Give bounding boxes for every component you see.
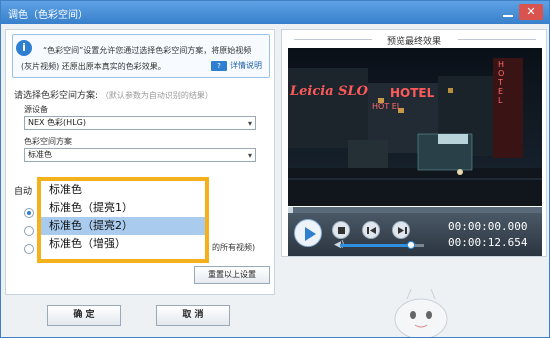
previous-frame-button[interactable] — [362, 221, 380, 239]
radio-option-1[interactable] — [24, 208, 34, 218]
source-device-select[interactable]: NEX 色彩(HLG) ▾ — [24, 116, 256, 130]
window-title: 调色（色彩空间） — [8, 10, 88, 21]
source-device-value: NEX 色彩(HLG) — [28, 118, 86, 127]
next-icon — [398, 227, 407, 234]
section-title-text: 请选择色彩空间方案: — [14, 91, 99, 101]
stop-button[interactable] — [332, 221, 350, 239]
cancel-button[interactable]: 取 消 — [156, 305, 230, 326]
info-icon: i — [16, 40, 32, 56]
dropdown-item[interactable]: 标准色（增强） — [41, 235, 205, 253]
preview-panel: 预览最终效果 Leicia SLO HOTEL HOT EL HOT EL 00… — [281, 29, 547, 257]
scheme-dropdown-list: 标准色 标准色（提亮1） 标准色（提亮2） 标准色（增强） — [37, 177, 209, 263]
close-button[interactable]: ✕ — [519, 4, 543, 20]
video-preview[interactable]: Leicia SLO HOTEL HOT EL HOT EL — [288, 48, 542, 206]
reset-settings-button[interactable]: 重置以上设置 — [194, 266, 270, 284]
auto-section-title: 自动 — [14, 187, 33, 197]
section-title: 请选择色彩空间方案: （默认参数为自动识别的结果） — [14, 88, 213, 101]
section-note: （默认参数为自动识别的结果） — [100, 91, 213, 100]
scheme-label: 色彩空间方案 — [24, 137, 72, 146]
dropdown-item[interactable]: 标准色 — [41, 181, 205, 199]
dropdown-item-selected[interactable]: 标准色（提亮2） — [41, 217, 205, 235]
title-bar: 调色（色彩空间） ✕ — [1, 1, 549, 24]
scheme-value: 标准色 — [28, 150, 52, 159]
volume-slider[interactable] — [340, 241, 424, 249]
chevron-down-icon: ▾ — [247, 151, 252, 160]
divider — [458, 39, 536, 40]
info-box: i “色彩空间”设置允许您通过选择色彩空间方案，将原始视频 (灰片视频) 还原出… — [12, 34, 270, 78]
preview-title: 预览最终效果 — [386, 37, 441, 47]
volume-slider-knob[interactable] — [407, 241, 416, 249]
total-time: 00:00:12.654 — [448, 236, 528, 249]
info-text-line2: (灰片视频) 还原出原本真实的色彩效果。 — [21, 62, 166, 71]
neon-sign-hotel: HOTEL — [390, 86, 435, 100]
play-button[interactable] — [294, 219, 322, 247]
neon-sign-hotel-small: HOT EL — [372, 102, 402, 111]
help-link[interactable]: ? 详情说明 — [211, 60, 262, 71]
neon-sign-leicia: Leicia SLO — [290, 84, 369, 99]
volume-slider-fill — [340, 244, 412, 247]
previous-icon — [367, 227, 376, 234]
radio-option-3[interactable] — [24, 244, 34, 254]
help-icon: ? — [211, 61, 227, 71]
radio-option-2[interactable] — [24, 226, 34, 236]
ok-button[interactable]: 确 定 — [47, 305, 121, 326]
info-text-line1: “色彩空间”设置允许您通过选择色彩空间方案，将原始视频 — [43, 46, 252, 55]
radio-option-3-tail: 的所有视频) — [212, 243, 256, 252]
neon-sign-vertical: HOT EL — [498, 60, 505, 105]
source-device-label: 源设备 — [24, 105, 48, 114]
dropdown-item[interactable]: 标准色（提亮1） — [41, 199, 205, 217]
color-space-dialog: 调色（色彩空间） ✕ i “色彩空间”设置允许您通过选择色彩空间方案，将原始视频… — [0, 0, 550, 338]
stop-icon — [338, 227, 345, 234]
mascot-illustration — [394, 288, 448, 337]
help-link-label: 详情说明 — [230, 61, 262, 70]
minimize-button[interactable] — [501, 5, 515, 19]
player-controls: ◀) 00:00:00.000 00:00:12.654 — [288, 213, 542, 256]
scheme-select[interactable]: 标准色 ▾ — [24, 148, 256, 162]
play-icon — [305, 227, 316, 241]
chevron-down-icon: ▾ — [247, 119, 252, 128]
next-frame-button[interactable] — [392, 221, 410, 239]
current-time: 00:00:00.000 — [448, 220, 528, 233]
